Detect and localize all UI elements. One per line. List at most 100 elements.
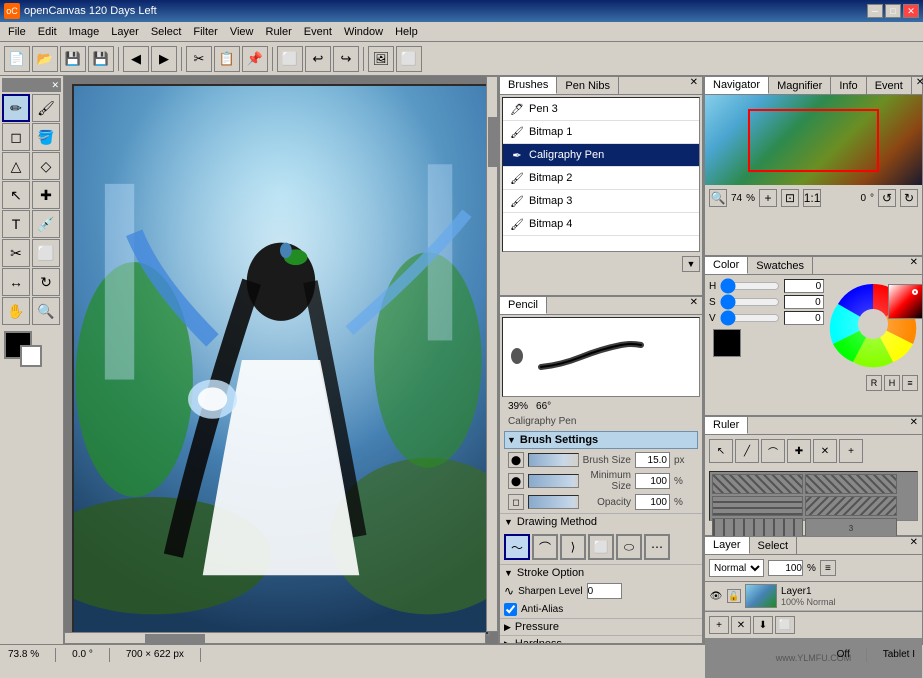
tool-fill[interactable]: 🪣 — [32, 123, 60, 151]
minimize-button[interactable]: ─ — [867, 4, 883, 18]
brush-options-btn[interactable]: ▼ — [682, 256, 700, 272]
brush-size-slider[interactable] — [528, 453, 579, 467]
brush-item-pen3[interactable]: 🖊 Pen 3 — [503, 98, 699, 121]
background-color[interactable] — [20, 345, 42, 367]
sharpen-value[interactable] — [587, 583, 622, 599]
tool-pen[interactable]: ✏ — [2, 94, 30, 122]
tab-navigator[interactable]: Navigator — [705, 77, 769, 94]
opacity-icon[interactable]: ◻ — [508, 494, 524, 510]
stroke-option-header[interactable]: ▼ Stroke Option — [500, 564, 702, 581]
tool-rotate[interactable]: ↻ — [32, 268, 60, 296]
canvas-area[interactable] — [64, 76, 498, 644]
menu-view[interactable]: View — [224, 24, 260, 40]
draw-btn-wave[interactable]: 〜 — [504, 534, 530, 560]
title-bar-buttons[interactable]: ─ □ ✕ — [867, 4, 919, 18]
color-v-input[interactable] — [784, 311, 824, 325]
tab-magnifier[interactable]: Magnifier — [769, 77, 831, 94]
menu-image[interactable]: Image — [63, 24, 106, 40]
tb-next[interactable]: ▶ — [151, 46, 177, 72]
navigator-close[interactable]: ✕ — [912, 77, 923, 94]
layer-del-btn[interactable]: ✕ — [731, 616, 751, 634]
tab-pen-nibs[interactable]: Pen Nibs — [557, 77, 619, 94]
nav-zoom-in[interactable]: + — [759, 189, 777, 207]
color-s-slider[interactable] — [720, 297, 780, 307]
layer-lock-icon[interactable]: 🔓 — [727, 589, 741, 603]
tool-crop[interactable]: ✂ — [2, 239, 30, 267]
tb-select-rect[interactable]: ⬜ — [277, 46, 303, 72]
tb-paste[interactable]: 📌 — [242, 46, 268, 72]
tool-hand[interactable]: ✋ — [2, 297, 30, 325]
layer-blend-mode[interactable]: Normal — [709, 559, 764, 577]
pencil-panel-close[interactable]: ✕ — [686, 297, 702, 314]
tb-undo[interactable]: ↩ — [305, 46, 331, 72]
ruler-btn-del[interactable]: ✕ — [813, 439, 837, 463]
brush-settings-header[interactable]: ▼ Brush Settings — [504, 431, 698, 449]
draw-btn-arc[interactable]: ⌒ — [532, 534, 558, 560]
antialias-checkbox[interactable] — [504, 603, 517, 616]
tool-zoom[interactable]: 🔍 — [32, 297, 60, 325]
maximize-button[interactable]: □ — [885, 4, 901, 18]
brush-item-caligraphy[interactable]: ✒ Caligraphy Pen — [503, 144, 699, 167]
tb-copy[interactable]: 📋 — [214, 46, 240, 72]
brush-size-value[interactable] — [635, 452, 670, 468]
pressure-header[interactable]: ▶ Pressure — [500, 618, 702, 635]
brush-item-bitmap3[interactable]: 🖌 Bitmap 3 — [503, 190, 699, 213]
nav-fit[interactable]: ⊡ — [781, 189, 799, 207]
menu-window[interactable]: Window — [338, 24, 389, 40]
tool-move[interactable]: ✚ — [32, 181, 60, 209]
tool-transform[interactable]: ↔ — [2, 268, 30, 296]
layer-eye-icon[interactable]: 👁 — [709, 589, 723, 603]
draw-btn-circle[interactable]: ⬭ — [616, 534, 642, 560]
opacity-value[interactable] — [635, 494, 670, 510]
layer-item-1[interactable]: 👁 🔓 Layer1 100% Normal — [705, 582, 922, 611]
ruler-btn-line[interactable]: ╱ — [735, 439, 759, 463]
tb-redo[interactable]: ↪ — [333, 46, 359, 72]
tab-pencil[interactable]: Pencil — [500, 297, 547, 314]
tab-ruler[interactable]: Ruler — [705, 417, 748, 434]
color-h-input[interactable] — [784, 279, 824, 293]
tb-save-as[interactable]: 💾 — [88, 46, 114, 72]
nav-actual[interactable]: 1:1 — [803, 189, 821, 207]
layer-opacity[interactable] — [768, 560, 803, 576]
tool-rect-select[interactable]: ⬜ — [32, 239, 60, 267]
min-size-slider[interactable] — [528, 474, 579, 488]
menu-help[interactable]: Help — [389, 24, 424, 40]
ruler-close[interactable]: ✕ — [906, 417, 922, 434]
tab-brushes[interactable]: Brushes — [500, 77, 557, 94]
ruler-btn-arrow[interactable]: ↖ — [709, 439, 733, 463]
current-color-swatch[interactable] — [713, 329, 741, 357]
menu-file[interactable]: File — [2, 24, 32, 40]
tb-cut[interactable]: ✂ — [186, 46, 212, 72]
opacity-slider[interactable] — [528, 495, 579, 509]
tab-color[interactable]: Color — [705, 257, 748, 274]
menu-filter[interactable]: Filter — [187, 24, 223, 40]
nav-rotate-ccw[interactable]: ↺ — [878, 189, 896, 207]
brush-size-icon[interactable]: ⬤ — [508, 452, 524, 468]
tool-eraser[interactable]: ◻ — [2, 123, 30, 151]
layer-dup-btn[interactable]: ⬜ — [775, 616, 795, 634]
tb-open[interactable]: 📂 — [32, 46, 58, 72]
color-s-input[interactable] — [784, 295, 824, 309]
tab-info[interactable]: Info — [831, 77, 866, 94]
tool-text[interactable]: T — [2, 210, 30, 238]
menu-select[interactable]: Select — [145, 24, 188, 40]
layer-merge-btn[interactable]: ⬇ — [753, 616, 773, 634]
tb-frame[interactable]: ⬜ — [396, 46, 422, 72]
tool-eyedrop[interactable]: 💉 — [32, 210, 60, 238]
ruler-btn-move[interactable]: ✚ — [787, 439, 811, 463]
color-mode-hsv[interactable]: H — [884, 375, 900, 391]
draw-btn-dots[interactable]: ⋯ — [644, 534, 670, 560]
color-close[interactable]: ✕ — [906, 257, 922, 274]
min-size-icon[interactable]: ⬤ — [508, 473, 524, 489]
color-mode-rgb[interactable]: R — [866, 375, 882, 391]
hardness-header[interactable]: ▶ Hardness — [500, 635, 702, 644]
drawing-method-header[interactable]: ▼ Drawing Method — [500, 513, 702, 530]
ruler-btn-add[interactable]: + — [839, 439, 863, 463]
layer-close[interactable]: ✕ — [906, 537, 922, 554]
layer-add-btn[interactable]: + — [709, 616, 729, 634]
nav-rotate-cw[interactable]: ↻ — [900, 189, 918, 207]
menu-layer[interactable]: Layer — [105, 24, 145, 40]
nav-preview[interactable] — [705, 95, 922, 185]
draw-btn-zigzag[interactable]: ⟩ — [560, 534, 586, 560]
color-mode-options[interactable]: ≡ — [902, 375, 918, 391]
